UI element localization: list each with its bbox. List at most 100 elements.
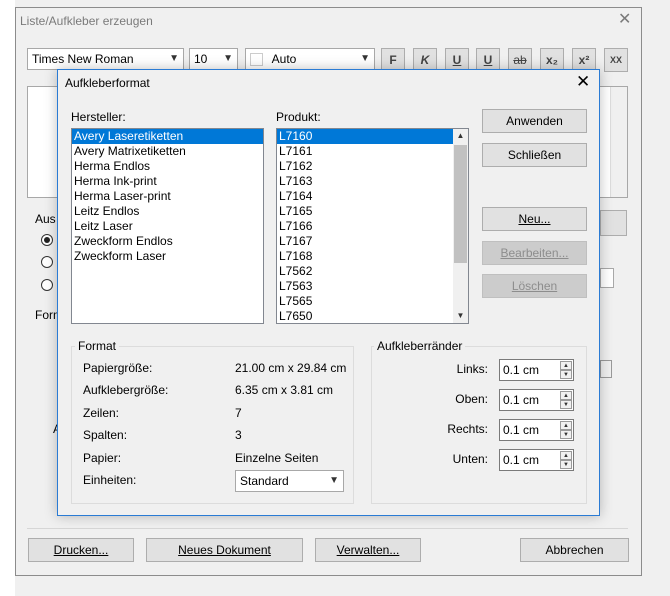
einheiten-select[interactable]: Standard ▼ (235, 470, 344, 492)
list-item[interactable]: L7563 (277, 279, 468, 294)
oben-spinner[interactable]: 0.1 cm ▲ ▼ (499, 389, 574, 411)
font-size-select[interactable]: 10 ▼ (189, 48, 238, 70)
bearbeiten-button[interactable]: Bearbeiten... (482, 241, 587, 265)
spin-up-icon[interactable]: ▲ (560, 451, 572, 460)
main-window-close-icon[interactable]: ✕ (618, 12, 631, 28)
list-item[interactable]: Herma Endlos (72, 159, 263, 174)
list-item[interactable]: Zweckform Endlos (72, 234, 263, 249)
bg-input-fragment[interactable] (600, 268, 614, 288)
schliessen-button[interactable]: Schließen (482, 143, 587, 167)
aufklebergroesse-label: Aufklebergröße: (83, 383, 169, 397)
list-item[interactable]: L7168 (277, 249, 468, 264)
raender-group-title: Aufkleberränder (374, 339, 466, 353)
bg-spinner-fragment[interactable] (600, 360, 612, 378)
spalten-value: 3 (235, 428, 242, 442)
radio-option-3[interactable] (41, 279, 53, 291)
spin-down-icon[interactable]: ▼ (560, 430, 572, 439)
bg-button-fragment[interactable] (600, 210, 627, 236)
links-label: Links: (456, 362, 488, 376)
produkt-scrollbar[interactable]: ▲ ▼ (453, 129, 468, 323)
hersteller-label: Hersteller: (71, 110, 126, 124)
aus-label: Aus (35, 212, 56, 226)
list-item[interactable]: Leitz Laser (72, 219, 263, 234)
rechts-label: Rechts: (447, 422, 488, 436)
papiergroesse-value: 21.00 cm x 29.84 cm (235, 361, 347, 375)
scroll-down-icon[interactable]: ▼ (453, 309, 468, 323)
loeschen-button[interactable]: Löschen (482, 274, 587, 298)
list-item[interactable]: L7161 (277, 144, 468, 159)
drucken-button[interactable]: Drucken... (28, 538, 134, 562)
links-value: 0.1 cm (503, 363, 540, 377)
color-swatch (250, 53, 263, 67)
produkt-list[interactable]: L7160 L7161 L7162 L7163 L7164 L7165 L716… (276, 128, 469, 324)
papier-label: Papier: (83, 451, 122, 465)
abbrechen-button[interactable]: Abbrechen (520, 538, 629, 562)
anwenden-button[interactable]: Anwenden (482, 109, 587, 133)
unten-label: Unten: (452, 452, 488, 466)
papiergroesse-label: Papiergröße: (83, 361, 153, 375)
chevron-down-icon: ▼ (329, 475, 339, 486)
aufkleberformat-dialog: Aufkleberformat ✕ Hersteller: Produkt: A… (57, 69, 600, 516)
main-window-title: Liste/Aufkleber erzeugen (20, 14, 153, 28)
radio-option-2[interactable] (41, 256, 53, 268)
list-item[interactable]: L7650 (277, 309, 468, 323)
list-item[interactable]: L7562 (277, 264, 468, 279)
clear-format-button[interactable]: XX (604, 48, 628, 72)
papier-value: Einzelne Seiten (235, 451, 319, 465)
rechts-spinner[interactable]: 0.1 cm ▲ ▼ (499, 419, 574, 441)
spin-up-icon[interactable]: ▲ (560, 421, 572, 430)
zeilen-label: Zeilen: (83, 406, 120, 420)
chevron-down-icon: ▼ (223, 53, 233, 64)
verwalten-button[interactable]: Verwalten... (315, 538, 421, 562)
list-item[interactable]: L7565 (277, 294, 468, 309)
aufklebergroesse-value: 6.35 cm x 3.81 cm (235, 383, 334, 397)
color-select[interactable]: Auto ▼ (245, 48, 375, 70)
list-item[interactable]: Avery Laseretiketten (72, 129, 263, 144)
zeilen-value: 7 (235, 406, 242, 420)
produkt-label: Produkt: (276, 110, 321, 124)
list-item[interactable]: Zweckform Laser (72, 249, 263, 264)
chevron-down-icon: ▼ (169, 53, 179, 64)
divider (27, 528, 628, 529)
oben-value: 0.1 cm (503, 393, 540, 407)
list-item[interactable]: L7164 (277, 189, 468, 204)
rechts-value: 0.1 cm (503, 423, 540, 437)
scroll-thumb[interactable] (454, 145, 467, 263)
neu-button[interactable]: Neu... (482, 207, 587, 231)
spin-down-icon[interactable]: ▼ (560, 400, 572, 409)
font-size-value: 10 (194, 52, 208, 66)
editor-scrollbar[interactable] (610, 87, 627, 197)
font-name-select[interactable]: Times New Roman ▼ (27, 48, 184, 70)
list-item[interactable]: L7165 (277, 204, 468, 219)
neues-dokument-button[interactable]: Neues Dokument (146, 538, 303, 562)
chevron-down-icon: ▼ (360, 53, 370, 64)
desktop-background (0, 0, 15, 596)
list-item[interactable]: L7166 (277, 219, 468, 234)
radio-option-1[interactable] (41, 234, 53, 246)
color-value: Auto (271, 52, 297, 66)
einheiten-label: Einheiten: (83, 473, 137, 487)
hersteller-list[interactable]: Avery Laseretiketten Avery Matrixetikett… (71, 128, 264, 324)
list-item[interactable]: L7167 (277, 234, 468, 249)
spin-down-icon[interactable]: ▼ (560, 370, 572, 379)
format-group-title: Format (75, 339, 120, 353)
unten-value: 0.1 cm (503, 453, 540, 467)
spalten-label: Spalten: (83, 428, 128, 442)
list-item[interactable]: L7163 (277, 174, 468, 189)
dialog-close-icon[interactable]: ✕ (576, 73, 590, 90)
list-item[interactable]: Leitz Endlos (72, 204, 263, 219)
scroll-up-icon[interactable]: ▲ (453, 129, 468, 143)
list-item[interactable]: L7162 (277, 159, 468, 174)
unten-spinner[interactable]: 0.1 cm ▲ ▼ (499, 449, 574, 471)
spin-up-icon[interactable]: ▲ (560, 391, 572, 400)
spin-down-icon[interactable]: ▼ (560, 460, 572, 469)
list-item[interactable]: L7160 (277, 129, 468, 144)
links-spinner[interactable]: 0.1 cm ▲ ▼ (499, 359, 574, 381)
spin-up-icon[interactable]: ▲ (560, 361, 572, 370)
dialog-title: Aufkleberformat (65, 76, 150, 90)
list-item[interactable]: Herma Laser-print (72, 189, 263, 204)
font-name-value: Times New Roman (32, 52, 134, 66)
list-item[interactable]: Herma Ink-print (72, 174, 263, 189)
list-item[interactable]: Avery Matrixetiketten (72, 144, 263, 159)
oben-label: Oben: (455, 392, 488, 406)
